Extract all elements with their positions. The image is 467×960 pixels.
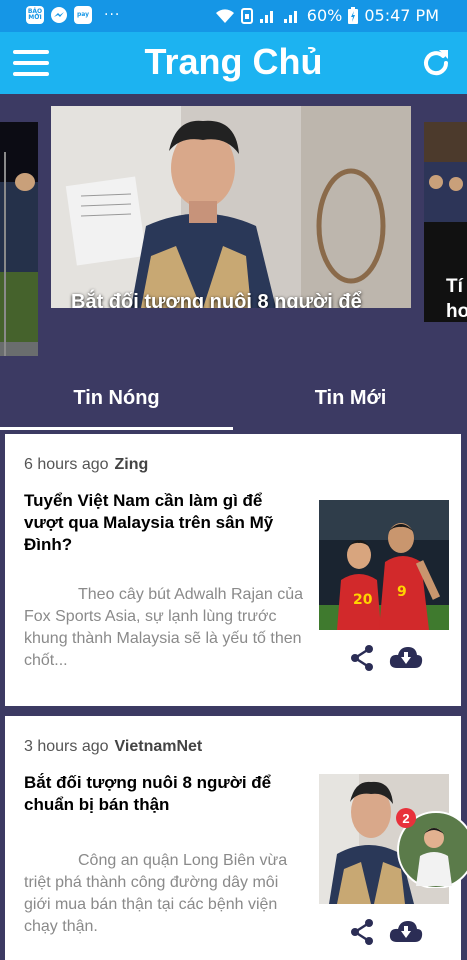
article-card[interactable]: 6 hours ago Zing Tuyển Việt Nam cần làm g… <box>5 434 461 706</box>
svg-text:20: 20 <box>353 592 373 608</box>
refresh-button[interactable] <box>419 46 453 80</box>
page-title: Trang Chủ <box>144 41 323 82</box>
article-source: VietnamNet <box>114 738 203 755</box>
carousel-image <box>51 106 411 308</box>
article-thumbnail[interactable]: 20 9 <box>319 500 449 630</box>
unread-badge: 2 <box>396 808 416 828</box>
share-icon <box>351 645 373 671</box>
article-time: 3 hours ago <box>24 738 109 755</box>
notification-icons: BÁO MỚI pay ··· <box>26 6 120 24</box>
svg-text:9: 9 <box>397 584 407 600</box>
article-meta: 3 hours ago VietnamNet <box>24 738 202 756</box>
refresh-icon <box>424 50 449 76</box>
article-card[interactable]: 3 hours ago VietnamNet Bắt đối tượng nuôi… <box>5 716 461 960</box>
carousel-caption: Bắt đối tượng nuôi 8 người để chuẩn bị b… <box>71 291 362 308</box>
download-button[interactable] <box>389 920 423 944</box>
share-icon <box>351 919 373 945</box>
article-title[interactable]: Bắt đối tượng nuôi 8 người để chuẩn bị b… <box>24 772 290 816</box>
share-button[interactable] <box>349 918 375 946</box>
messenger-chat-head[interactable]: 2 <box>396 808 467 889</box>
signal-icon-2 <box>283 10 297 23</box>
featured-carousel: Bắt đối tượng nuôi 8 người để chuẩn bị b… <box>0 94 467 356</box>
cloud-download-icon <box>389 647 423 668</box>
download-button[interactable] <box>389 646 423 670</box>
active-tab-indicator <box>0 427 233 430</box>
baomoi-notification-icon: BÁO MỚI <box>26 6 44 24</box>
carousel-slide-previous[interactable] <box>0 122 38 356</box>
clock: 05:47 PM <box>364 6 439 25</box>
carousel-slide-current[interactable]: Bắt đối tượng nuôi 8 người để chuẩn bị b… <box>51 106 411 308</box>
cloud-download-icon <box>389 921 423 942</box>
signal-icon <box>259 10 273 23</box>
article-source: Zing <box>114 456 149 473</box>
tab-tin-nong[interactable]: Tin Nóng <box>0 366 233 430</box>
battery-icon <box>348 7 359 24</box>
news-tabs: Tin Nóng Tin Mới <box>0 366 467 430</box>
sim-icon <box>240 7 253 24</box>
article-summary: Công an quận Long Biên vừa triệt phá thà… <box>24 852 288 935</box>
status-bar: BÁO MỚI pay ··· 60% 05:47 PM <box>0 0 467 32</box>
article-summary: Theo cây bút Adwalh Rajan của Fox Sports… <box>24 586 304 669</box>
share-button[interactable] <box>349 644 375 672</box>
pay-notification-icon: pay <box>74 6 92 24</box>
wifi-icon <box>215 8 234 23</box>
battery-percent: 60% <box>306 6 343 25</box>
messenger-icon <box>50 6 68 24</box>
carousel-slide-next[interactable]: Tí ho bạ <box>424 122 467 322</box>
article-meta: 6 hours ago Zing <box>24 456 148 474</box>
article-time: 6 hours ago <box>24 456 109 473</box>
tab-tin-moi[interactable]: Tin Mới <box>234 366 467 430</box>
more-notifications-icon: ··· <box>104 7 121 23</box>
article-title[interactable]: Tuyển Việt Nam cần làm gì để vượt qua Ma… <box>24 490 290 556</box>
app-bar: Trang Chủ <box>0 32 467 94</box>
carousel-peek-caption: Tí ho bạ <box>446 276 467 322</box>
